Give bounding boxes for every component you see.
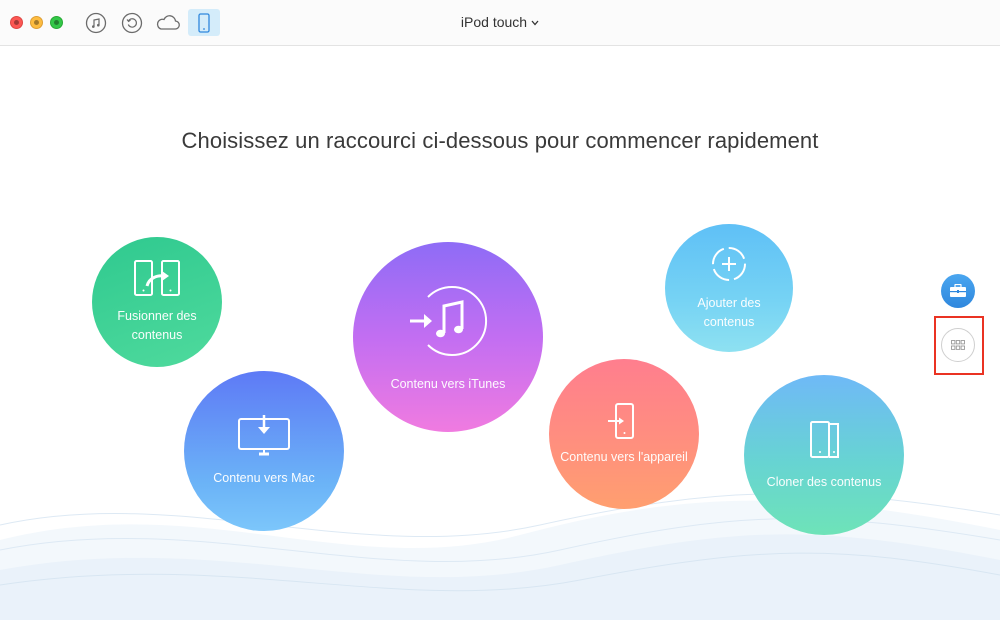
merge-label-line2: contenus: [131, 328, 183, 342]
toolbox-icon: [950, 284, 966, 297]
phone-import-icon: [608, 402, 634, 439]
highlight-box: [934, 316, 984, 375]
device-selector[interactable]: iPod touch: [0, 14, 1000, 30]
toolbox-button[interactable]: [941, 274, 975, 308]
clone-label: Cloner des contenus: [766, 474, 882, 489]
page-title: Choisissez un raccourci ci-dessous pour …: [181, 128, 819, 153]
clone-contents-button[interactable]: Cloner des contenus: [744, 375, 904, 535]
chevron-down-icon: [531, 20, 539, 26]
content-to-itunes-button[interactable]: Contenu vers iTunes: [353, 242, 543, 432]
add-label-line1: Ajouter des: [697, 296, 761, 310]
add-label-line2: contenus: [703, 315, 755, 329]
music-note-icon: [410, 285, 487, 356]
merge-icon: [134, 260, 180, 296]
to-device-label: Contenu vers l'appareil: [560, 449, 688, 464]
content-to-device-button[interactable]: Contenu vers l'appareil: [549, 359, 699, 509]
app-window: iPod touch Choisissez un raccourci ci-de…: [0, 0, 1000, 620]
to-mac-label: Contenu vers Mac: [213, 470, 315, 485]
merge-label-line1: Fusionner des: [117, 309, 197, 323]
clone-icon: [810, 420, 839, 458]
add-contents-button[interactable]: Ajouter des contenus: [665, 224, 793, 352]
title-bar: iPod touch: [0, 0, 1000, 46]
monitor-download-icon: [238, 414, 290, 455]
content-to-mac-button[interactable]: Contenu vers Mac: [184, 371, 344, 531]
add-icon: [712, 247, 746, 281]
merge-contents-button[interactable]: Fusionner des contenus: [92, 237, 222, 367]
device-name[interactable]: iPod touch: [461, 14, 527, 30]
to-itunes-label: Contenu vers iTunes: [390, 376, 506, 391]
